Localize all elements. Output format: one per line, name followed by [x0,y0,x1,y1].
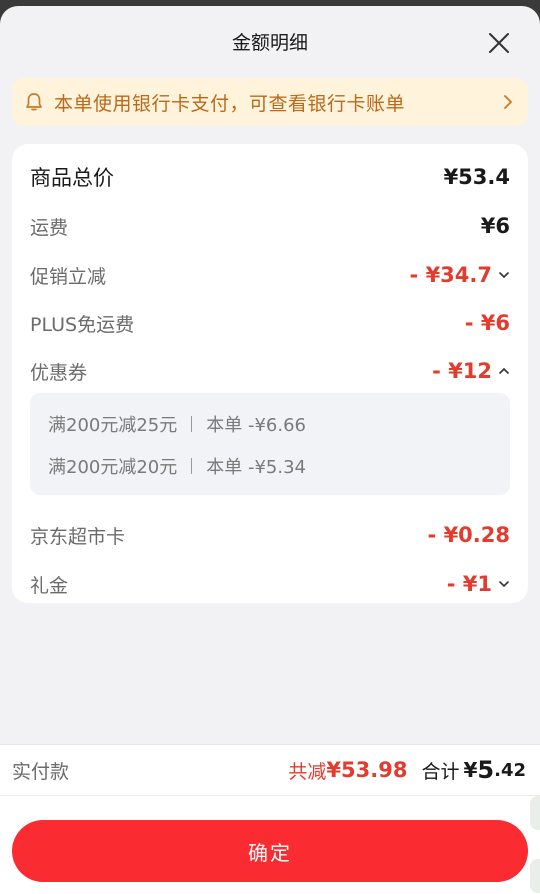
dialog-header: 金额明细 [0,6,540,78]
coupon-row[interactable]: 优惠券 - ¥12 [30,351,510,391]
goods-total-row: 商品总价 ¥53.4 [30,157,510,197]
coupon-name: 满200元减25元 [48,415,178,436]
chevron-right-icon [504,95,512,109]
total-decimal: .42 [494,759,526,781]
promotion-value: - ¥34.7 [409,263,492,287]
shipping-row: 运费 ¥6 [30,206,510,246]
supermarket-card-value: - ¥0.28 [427,523,510,547]
coupon-item: 满200元减25元 本单 -¥6.66 [48,411,306,437]
divider [191,458,193,474]
total-integer: 5 [477,756,495,784]
goods-total-value: ¥53.4 [443,165,510,189]
bank-card-notice[interactable]: 本单使用银行卡支付，可查看银行卡账单 [12,78,528,126]
amount-detail-sheet: 金额明细 本单使用银行卡支付，可查看银行卡账单 商品总价 ¥53.4 运费 ¥6… [0,6,540,894]
coupon-detail: 本单 -¥6.66 [206,415,307,436]
gift-money-value: - ¥1 [446,572,492,596]
divider [191,416,193,432]
plus-free-shipping-label: PLUS免运费 [30,313,135,336]
coupon-label: 优惠券 [30,361,88,384]
gift-money-row[interactable]: 礼金 - ¥1 [30,564,510,604]
chevron-up-icon [499,367,509,374]
shipping-value: ¥6 [480,214,510,238]
coupon-detail: 本单 -¥5.34 [206,457,307,478]
notice-text: 本单使用银行卡支付，可查看银行卡账单 [54,92,406,115]
chevron-down-icon [499,581,509,588]
gift-money-label: 礼金 [30,574,69,597]
checkout-footer: 实付款 共减 ¥53.98 合计 ¥ 5 .42 确定 [0,744,540,894]
close-icon[interactable] [486,30,512,56]
coupon-item: 满200元减20元 本单 -¥5.34 [48,453,306,479]
total-prefix: 合计 [421,760,460,783]
shipping-label: 运费 [30,216,69,239]
plus-free-shipping-row: PLUS免运费 - ¥6 [30,303,510,343]
supermarket-card-label: 京东超市卡 [30,525,126,548]
promotion-row[interactable]: 促销立减 - ¥34.7 [30,255,510,295]
floating-side-tab[interactable] [530,859,540,893]
coupon-name: 满200元减20元 [48,457,178,478]
dialog-title: 金额明细 [231,32,308,54]
promotion-label: 促销立减 [30,265,107,288]
paid-label: 实付款 [12,760,70,783]
confirm-button[interactable]: 确定 [12,820,528,882]
price-breakdown-card: 商品总价 ¥53.4 运费 ¥6 促销立减 - ¥34.7 PLUS免运费 - … [12,144,528,603]
floating-side-tab[interactable] [530,796,540,830]
bell-icon [26,93,42,111]
payment-summary: 实付款 共减 ¥53.98 合计 ¥ 5 .42 [0,744,540,796]
saved-prefix: 共减 [288,760,327,783]
saved-amount: ¥53.98 [326,758,408,782]
plus-free-shipping-value: - ¥6 [464,311,510,335]
coupon-value: - ¥12 [432,359,492,383]
goods-total-label: 商品总价 [30,166,114,190]
coupon-detail-box: 满200元减25元 本单 -¥6.66 满200元减20元 本单 -¥5.34 [30,393,510,495]
supermarket-card-row: 京东超市卡 - ¥0.28 [30,515,510,555]
chevron-down-icon [499,272,509,279]
total-currency: ¥ [463,758,478,782]
